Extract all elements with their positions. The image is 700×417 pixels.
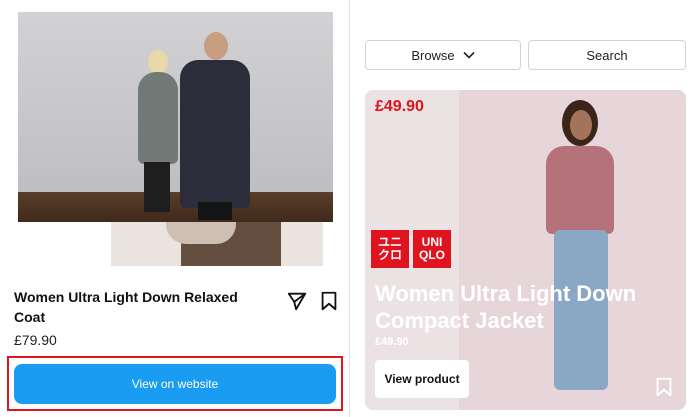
highlight-box (7, 356, 343, 411)
browse-label: Browse (411, 47, 455, 63)
product-title: Women Ultra Light Down Relaxed Coat (14, 289, 238, 325)
right-product-post: Browse Search £49.90 ユニ クロ UNI QLO Women… (351, 0, 700, 417)
product-photo[interactable] (18, 12, 333, 222)
card-product-price: £49.90 (375, 336, 409, 348)
product-price: £79.90 (14, 332, 57, 348)
card-product-title: Women Ultra Light Down Compact Jacket (375, 281, 637, 333)
brand-logo-jp: ユニ クロ (371, 230, 409, 268)
brand-logo-en: UNI QLO (413, 230, 451, 268)
photo-crop-strip (111, 222, 323, 266)
browse-button[interactable]: Browse (365, 40, 521, 70)
product-card[interactable]: £49.90 ユニ クロ UNI QLO Women Ultra Light D… (365, 90, 686, 410)
bookmark-icon[interactable] (318, 290, 340, 312)
search-button[interactable]: Search (528, 40, 686, 70)
model-figure (530, 100, 630, 406)
left-product-post: Women Ultra Light Down Relaxed Coat £79.… (0, 0, 350, 417)
chevron-down-icon (463, 51, 475, 59)
view-product-button[interactable]: View product (375, 360, 469, 398)
card-price-badge: £49.90 (375, 98, 424, 115)
paper-plane-icon[interactable] (286, 290, 308, 312)
model-figure-right (176, 32, 256, 222)
bookmark-icon[interactable] (653, 376, 675, 398)
